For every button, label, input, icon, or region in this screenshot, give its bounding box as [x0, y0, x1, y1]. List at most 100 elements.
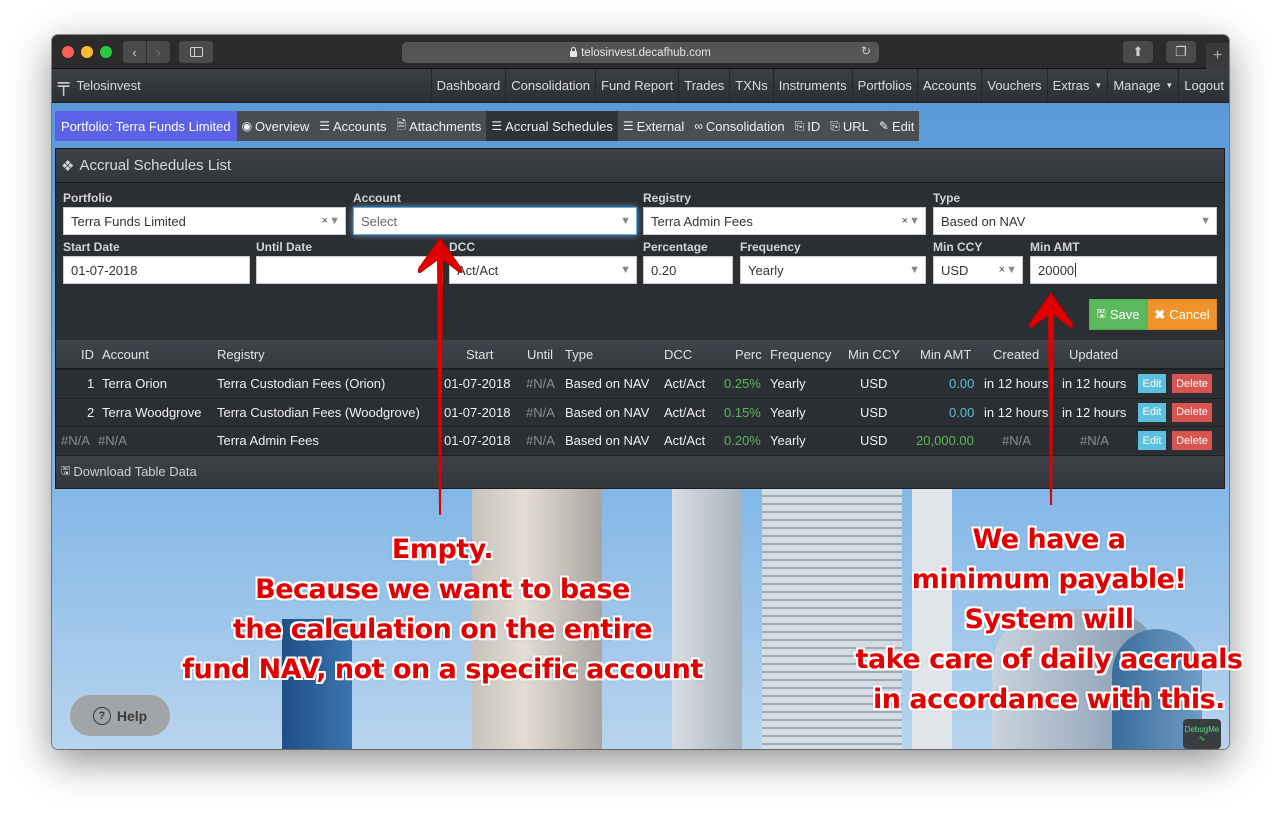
frequency-select[interactable]: Yearly ▼	[740, 256, 926, 284]
annotation-line: minimum payable!	[911, 564, 1187, 595]
nav-vouchers[interactable]: Vouchers	[981, 69, 1046, 102]
col-min-ccy[interactable]: Min CCY	[848, 347, 900, 362]
nav-txns[interactable]: TXNs	[729, 69, 773, 102]
eye-icon: ◉	[241, 119, 253, 133]
cell-perc: 0.20%	[724, 433, 761, 449]
app-navbar: ╤ Telosinvest Dashboard Consolidation Fu…	[52, 69, 1229, 103]
tab-overview[interactable]: ◉ Overview	[237, 111, 315, 141]
cell-account: #N/A	[98, 433, 127, 449]
nav-instruments[interactable]: Instruments	[772, 69, 852, 102]
tab-edit[interactable]: ✎ Edit	[874, 111, 919, 141]
nav-fund-report[interactable]: Fund Report	[595, 69, 678, 102]
file-icon: 🗎	[396, 117, 407, 132]
download-table-data-button[interactable]: 🖫 Download Table Data	[56, 455, 1224, 488]
cancel-label: Cancel	[1169, 307, 1210, 322]
chevron-right-icon: ›	[156, 44, 161, 60]
debugme-widget[interactable]: DebugMe ∿	[1183, 719, 1221, 749]
cell-start: 01-07-2018	[444, 433, 511, 449]
cell-min-ccy: USD	[860, 404, 888, 420]
address-bar[interactable]: telosinvest.decafhub.com ↻	[402, 42, 879, 63]
tab-attachments[interactable]: 🗎 Attachments	[391, 111, 486, 141]
percentage-input[interactable]: 0.20	[643, 256, 733, 284]
close-window-button[interactable]	[62, 46, 74, 58]
until-date-input[interactable]	[256, 256, 443, 284]
tab-label: Overview	[255, 118, 310, 134]
nav-trades[interactable]: Trades	[678, 69, 729, 102]
cell-start: 01-07-2018	[444, 376, 511, 392]
caret-down-icon: ▼	[909, 215, 920, 227]
tab-external[interactable]: ☰ External	[618, 111, 689, 141]
tab-label: URL	[842, 118, 869, 134]
col-frequency[interactable]: Frequency	[770, 347, 831, 362]
col-min-amt[interactable]: Min AMT	[920, 347, 971, 362]
col-start[interactable]: Start	[466, 347, 493, 362]
col-until[interactable]: Until	[527, 347, 553, 362]
account-select[interactable]: Select ▼	[353, 207, 637, 235]
start-date-input[interactable]: 01-07-2018	[63, 256, 250, 284]
tab-copy-id[interactable]: ⎘ ID	[790, 111, 826, 141]
tab-label: Consolidation	[705, 118, 785, 134]
nav-consolidation[interactable]: Consolidation	[505, 69, 595, 102]
tab-accounts[interactable]: ☰ Accounts	[314, 111, 391, 141]
save-button[interactable]: 🖫 Save	[1089, 299, 1147, 330]
cell-dcc: Act/Act	[664, 433, 706, 449]
tab-copy-url[interactable]: ⎘ URL	[825, 111, 874, 141]
nav-extras-dropdown[interactable]: Extras ▼	[1046, 69, 1108, 102]
sidebar-toggle-button[interactable]	[179, 41, 213, 63]
registry-select[interactable]: Terra Admin Fees ×▼	[643, 207, 926, 235]
col-registry[interactable]: Registry	[217, 347, 265, 362]
tab-consolidation[interactable]: ∞ Consolidation	[689, 111, 789, 141]
portfolio-name-tab[interactable]: Portfolio: Terra Funds Limited	[55, 111, 237, 141]
nav-accounts[interactable]: Accounts	[916, 69, 981, 102]
portfolio-select[interactable]: Terra Funds Limited ×▼	[63, 207, 346, 235]
back-button[interactable]: ‹	[123, 41, 146, 63]
clear-icon[interactable]: ×	[902, 215, 908, 227]
min-ccy-select[interactable]: USD ×▼	[933, 256, 1023, 284]
nav-logout[interactable]: Logout	[1178, 69, 1229, 102]
delete-row-button[interactable]: Delete	[1172, 374, 1212, 394]
nav-portfolios[interactable]: Portfolios	[851, 69, 917, 102]
forward-button[interactable]: ›	[147, 41, 170, 63]
edit-row-button[interactable]: Edit	[1138, 374, 1166, 394]
new-tab-button[interactable]: +	[1206, 43, 1229, 69]
dcc-select[interactable]: Act/Act ▼	[449, 256, 637, 284]
browser-titlebar: ‹ › telosinvest.decafhub.com ↻ ⬆ ❐ +	[52, 35, 1229, 69]
tab-accrual-schedules[interactable]: ☰ Accrual Schedules	[486, 111, 618, 141]
nav-dashboard[interactable]: Dashboard	[430, 69, 506, 102]
download-label: Download Table Data	[73, 464, 197, 479]
reload-icon[interactable]: ↻	[861, 44, 871, 58]
delete-row-button[interactable]: Delete	[1172, 431, 1212, 451]
col-created[interactable]: Created	[993, 347, 1039, 362]
share-button[interactable]: ⬆	[1123, 41, 1153, 63]
col-type[interactable]: Type	[565, 347, 593, 362]
col-updated[interactable]: Updated	[1069, 347, 1118, 362]
clear-icon[interactable]: ×	[322, 215, 328, 227]
cancel-button[interactable]: ✖ Cancel	[1147, 299, 1217, 330]
edit-row-button[interactable]: Edit	[1138, 431, 1166, 451]
min-amt-input[interactable]: 20000	[1030, 256, 1217, 284]
delete-row-button[interactable]: Delete	[1172, 402, 1212, 422]
nav-label: Manage	[1113, 78, 1161, 93]
help-button[interactable]: ? Help	[70, 695, 170, 736]
edit-row-button[interactable]: Edit	[1138, 402, 1166, 422]
caret-down-icon: ▼	[909, 264, 920, 276]
cell-account: Terra Orion	[102, 376, 168, 392]
brand[interactable]: ╤ Telosinvest	[52, 76, 141, 95]
account-label: Account	[353, 191, 401, 205]
col-dcc[interactable]: DCC	[664, 347, 692, 362]
col-account[interactable]: Account	[102, 347, 149, 362]
frequency-value: Yearly	[748, 262, 784, 278]
col-id[interactable]: ID	[81, 347, 94, 362]
clear-icon[interactable]: ×	[999, 264, 1005, 276]
tab-label: External	[636, 118, 685, 134]
nav-manage-dropdown[interactable]: Manage ▼	[1107, 69, 1178, 102]
type-select[interactable]: Based on NAV ▼	[933, 207, 1217, 235]
minimize-window-button[interactable]	[81, 46, 93, 58]
maximize-window-button[interactable]	[100, 46, 112, 58]
col-perc[interactable]: Perc	[735, 347, 762, 362]
cell-type: Based on NAV	[565, 404, 650, 420]
cell-frequency: Yearly	[770, 376, 806, 392]
tab-overview-button[interactable]: ❐	[1166, 41, 1196, 63]
nav-label: Fund Report	[601, 78, 674, 93]
nav-label: Dashboard	[436, 78, 501, 93]
